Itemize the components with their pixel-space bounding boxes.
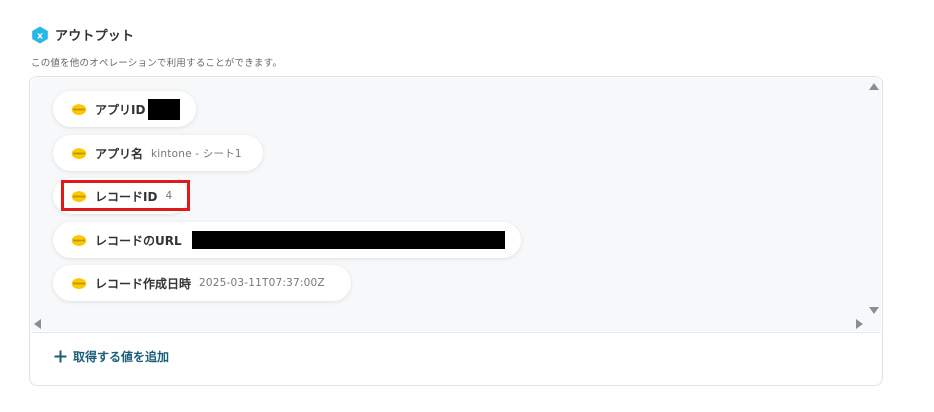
output-section-title: アウトプット <box>55 29 135 44</box>
scroll-corner <box>867 317 881 331</box>
page: x アウトプット この値を他のオペレーションで利用することができます。 アプリI… <box>0 0 934 412</box>
scroll-right-arrow-icon[interactable] <box>856 319 863 329</box>
output-item-app-name[interactable]: アプリ名 kintone - シート1 <box>53 135 263 171</box>
output-section-description: この値を他のオペレーションで利用することができます。 <box>31 58 283 69</box>
svg-text:x: x <box>37 31 43 41</box>
output-item-app-id[interactable]: アプリID <box>53 91 196 127</box>
kintone-icon <box>71 148 87 159</box>
plus-icon <box>54 350 67 363</box>
output-item-value: kintone - シート1 <box>151 147 242 160</box>
redacted-value <box>191 231 505 249</box>
panel-divider <box>31 332 881 333</box>
x-variable-icon: x <box>32 26 48 43</box>
highlight-annotation-box <box>61 180 190 211</box>
kintone-icon <box>71 235 87 246</box>
output-item-label: レコード作成日時 <box>95 276 192 291</box>
output-item-record-created-at[interactable]: レコード作成日時 2025-03-11T07:37:00Z <box>53 265 351 301</box>
add-output-value-label: 取得する値を追加 <box>73 350 170 364</box>
output-item-value: 2025-03-11T07:37:00Z <box>199 277 325 289</box>
output-item-label: アプリID <box>95 102 146 117</box>
kintone-icon <box>71 278 87 289</box>
scroll-down-arrow-icon[interactable] <box>869 307 879 314</box>
scroll-left-arrow-icon[interactable] <box>34 319 41 329</box>
scroll-up-arrow-icon[interactable] <box>869 83 879 90</box>
output-item-record-url[interactable]: レコードのURL <box>53 222 521 258</box>
output-item-label: アプリ名 <box>95 146 144 161</box>
add-output-value-button[interactable]: 取得する値を追加 <box>54 348 169 365</box>
output-section-header: x アウトプット <box>31 25 134 44</box>
vertical-scrollbar[interactable] <box>867 78 881 317</box>
output-item-label: レコードのURL <box>95 233 182 248</box>
horizontal-scrollbar[interactable] <box>31 317 867 331</box>
kintone-icon <box>71 104 87 115</box>
redacted-value <box>148 98 180 120</box>
